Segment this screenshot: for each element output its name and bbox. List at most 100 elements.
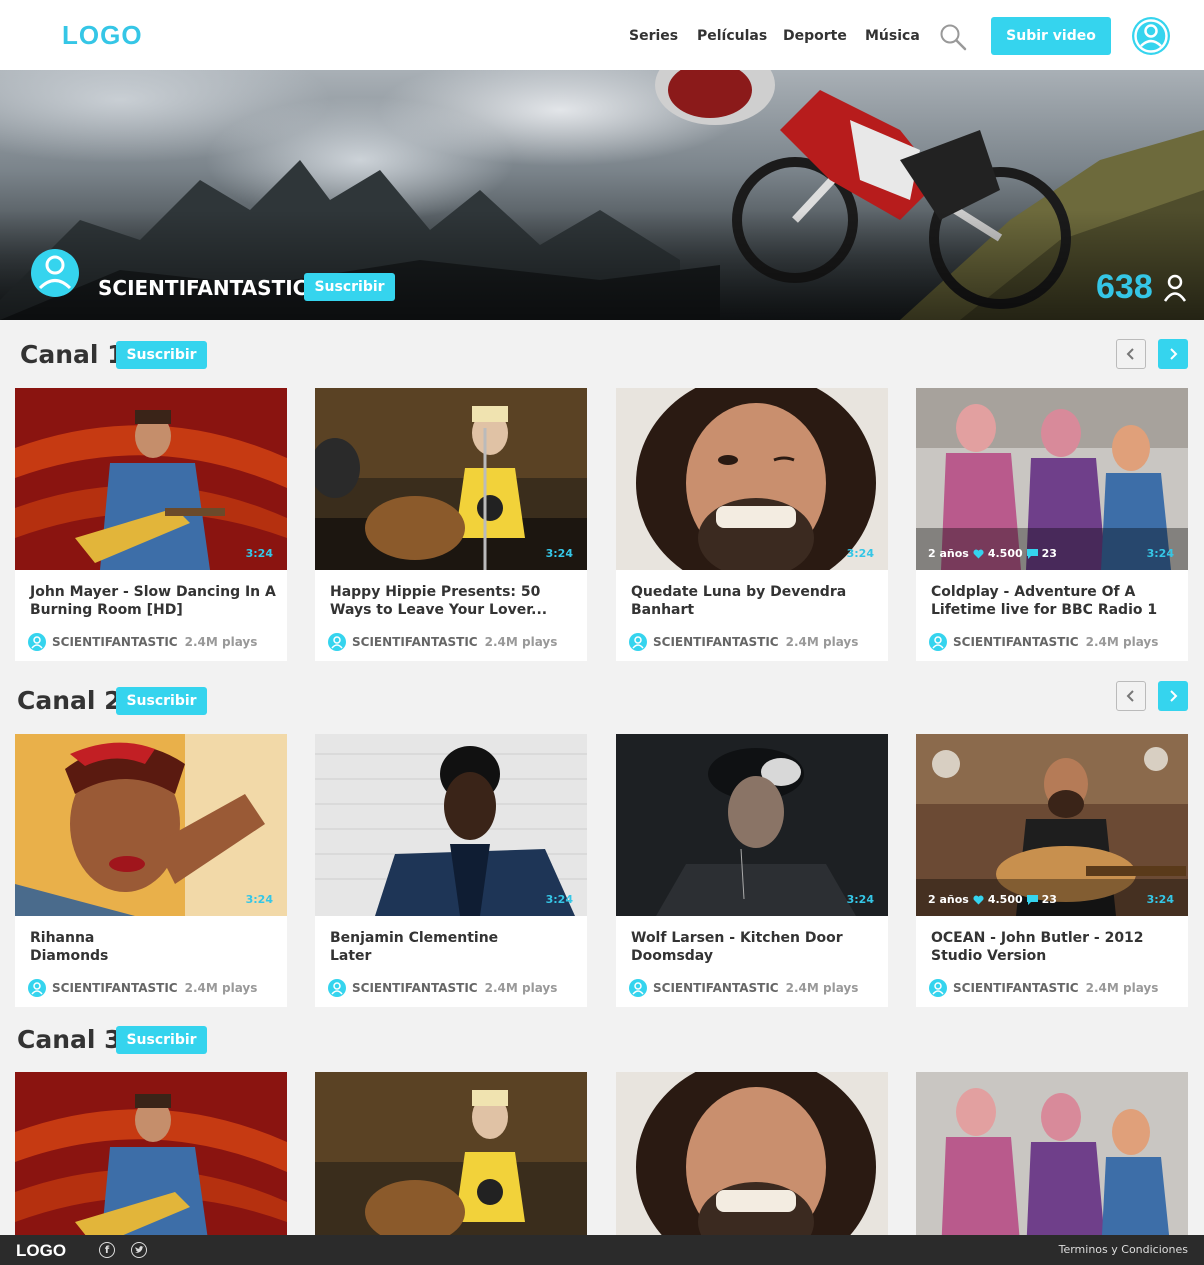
- chevron-right-icon: [1170, 348, 1178, 360]
- chevron-left-icon: [1126, 348, 1134, 360]
- video-title[interactable]: Rihanna Diamonds: [30, 929, 280, 965]
- channel-name: SCIENTIFANTASTIC: [52, 981, 178, 995]
- video-thumbnail[interactable]: 3:24: [616, 388, 888, 570]
- video-title[interactable]: Wolf Larsen - Kitchen Door Doomsday: [631, 929, 881, 965]
- video-thumbnail[interactable]: 3:24: [315, 388, 587, 570]
- video-thumbnail[interactable]: 2 años 4.500 23 3:24: [916, 388, 1188, 570]
- channel-avatar-icon: [929, 979, 947, 997]
- video-channel[interactable]: SCIENTIFANTASTIC 2.4M plays: [929, 633, 1158, 651]
- upload-video-button[interactable]: Subir video: [991, 17, 1111, 55]
- video-card[interactable]: [315, 1072, 587, 1235]
- video-thumbnail[interactable]: [616, 1072, 888, 1235]
- logo[interactable]: LOGO: [62, 20, 143, 51]
- video-channel[interactable]: SCIENTIFANTASTIC 2.4M plays: [328, 633, 557, 651]
- video-thumbnail[interactable]: 3:24: [616, 734, 888, 916]
- banner-subscribe-button[interactable]: Suscribir: [304, 273, 395, 301]
- channel-avatar-icon: [629, 633, 647, 651]
- channel-avatar-icon: [629, 979, 647, 997]
- video-card[interactable]: [916, 1072, 1188, 1235]
- video-thumbnail[interactable]: [315, 1072, 587, 1235]
- video-card[interactable]: 3:24 Happy Hippie Presents: 50 Ways to L…: [315, 388, 587, 661]
- video-card[interactable]: 3:24 John Mayer - Slow Dancing In A Burn…: [15, 388, 287, 661]
- video-duration: 3:24: [846, 547, 874, 560]
- video-duration: 3:24: [1146, 893, 1174, 906]
- facebook-icon[interactable]: f: [99, 1242, 115, 1258]
- channel-avatar-icon: [28, 633, 46, 651]
- video-channel[interactable]: SCIENTIFANTASTIC 2.4M plays: [28, 633, 257, 651]
- search-icon[interactable]: [938, 22, 968, 52]
- user-avatar-icon[interactable]: [1131, 16, 1171, 56]
- video-card[interactable]: 3:24 Rihanna Diamonds SCIENTIFANTASTIC 2…: [15, 734, 287, 1007]
- nav-deporte[interactable]: Deporte: [783, 28, 847, 44]
- play-count: 2.4M plays: [1085, 981, 1159, 995]
- top-header: LOGO Series Películas Deporte Música Sub…: [0, 0, 1204, 70]
- video-thumbnail[interactable]: [15, 1072, 287, 1235]
- channel-avatar-icon: [28, 979, 46, 997]
- heart-icon: [973, 895, 984, 904]
- play-count: 2.4M plays: [184, 635, 258, 649]
- video-thumbnail[interactable]: 2 años 4.500 23 3:24: [916, 734, 1188, 916]
- channel-avatar-icon: [929, 633, 947, 651]
- video-card[interactable]: 2 años 4.500 23 3:24 Coldplay - Adventur…: [916, 388, 1188, 661]
- video-thumbnail[interactable]: 3:24: [15, 734, 287, 916]
- twitter-icon[interactable]: [131, 1242, 147, 1258]
- video-title-line1: Benjamin Clementine: [330, 930, 499, 946]
- video-title[interactable]: Happy Hippie Presents: 50 Ways to Leave …: [330, 583, 580, 619]
- video-title[interactable]: OCEAN - John Butler - 2012 Studio Versio…: [931, 929, 1181, 965]
- like-count: 4.500: [987, 547, 1023, 560]
- carousel-next-button[interactable]: [1158, 681, 1188, 711]
- nav-musica[interactable]: Música: [865, 28, 920, 44]
- section-subscribe-button[interactable]: Suscribir: [116, 1026, 207, 1054]
- play-count: 2.4M plays: [785, 981, 859, 995]
- video-duration: 3:24: [545, 893, 573, 906]
- section-subscribe-button[interactable]: Suscribir: [116, 341, 207, 369]
- banner-shade: [0, 210, 1204, 320]
- comment-icon: [1026, 548, 1038, 559]
- channel-name: SCIENTIFANTASTIC: [52, 635, 178, 649]
- carousel-prev-button[interactable]: [1116, 339, 1146, 369]
- video-title[interactable]: John Mayer - Slow Dancing In A Burning R…: [30, 583, 280, 619]
- carousel-prev-button[interactable]: [1116, 681, 1146, 711]
- channel-avatar-icon[interactable]: [30, 248, 80, 298]
- video-title-line2: Diamonds: [30, 948, 109, 964]
- video-title[interactable]: Benjamin Clementine Later: [330, 929, 580, 965]
- carousel-next-button[interactable]: [1158, 339, 1188, 369]
- video-card[interactable]: 3:24 Benjamin Clementine Later SCIENTIFA…: [315, 734, 587, 1007]
- channel-name: SCIENTIFANTASTIC: [653, 981, 779, 995]
- play-count: 2.4M plays: [785, 635, 859, 649]
- video-channel[interactable]: SCIENTIFANTASTIC 2.4M plays: [929, 979, 1158, 997]
- video-thumbnail[interactable]: [916, 1072, 1188, 1235]
- video-thumbnail[interactable]: 3:24: [315, 734, 587, 916]
- video-channel[interactable]: SCIENTIFANTASTIC 2.4M plays: [629, 979, 858, 997]
- video-card[interactable]: 2 años 4.500 23 3:24 OCEAN - John Butler…: [916, 734, 1188, 1007]
- video-channel[interactable]: SCIENTIFANTASTIC 2.4M plays: [28, 979, 257, 997]
- video-card[interactable]: 3:24 Quedate Luna by Devendra Banhart SC…: [616, 388, 888, 661]
- section-title-canal-2: Canal 2: [17, 686, 122, 715]
- video-title[interactable]: Quedate Luna by Devendra Banhart: [631, 583, 881, 619]
- footer-logo[interactable]: LOGO: [16, 1241, 66, 1261]
- video-age: 2 años: [928, 547, 969, 560]
- video-thumbnail[interactable]: 3:24: [15, 388, 287, 570]
- video-card[interactable]: [616, 1072, 888, 1235]
- video-channel[interactable]: SCIENTIFANTASTIC 2.4M plays: [629, 633, 858, 651]
- video-card[interactable]: [15, 1072, 287, 1235]
- channel-name: SCIENTIFANTASTIC: [953, 981, 1079, 995]
- play-count: 2.4M plays: [484, 981, 558, 995]
- video-title[interactable]: Coldplay - Adventure Of A Lifetime live …: [931, 583, 1181, 619]
- video-channel[interactable]: SCIENTIFANTASTIC 2.4M plays: [328, 979, 557, 997]
- nav-peliculas[interactable]: Películas: [697, 28, 767, 44]
- video-duration: 3:24: [1146, 547, 1174, 560]
- terms-link[interactable]: Terminos y Condiciones: [1059, 1243, 1188, 1256]
- play-count: 2.4M plays: [1085, 635, 1159, 649]
- person-icon: [1163, 274, 1187, 302]
- chevron-right-icon: [1170, 690, 1178, 702]
- channel-name: SCIENTIFANTASTIC: [98, 276, 308, 300]
- video-card[interactable]: 3:24 Wolf Larsen - Kitchen Door Doomsday…: [616, 734, 888, 1007]
- video-title-line1: Wolf Larsen - Kitchen Door: [631, 930, 843, 946]
- nav-series[interactable]: Series: [629, 28, 678, 44]
- channel-name: SCIENTIFANTASTIC: [953, 635, 1079, 649]
- channel-name: SCIENTIFANTASTIC: [352, 635, 478, 649]
- channel-name: SCIENTIFANTASTIC: [352, 981, 478, 995]
- section-subscribe-button[interactable]: Suscribir: [116, 687, 207, 715]
- subscriber-count: 638: [1096, 268, 1153, 306]
